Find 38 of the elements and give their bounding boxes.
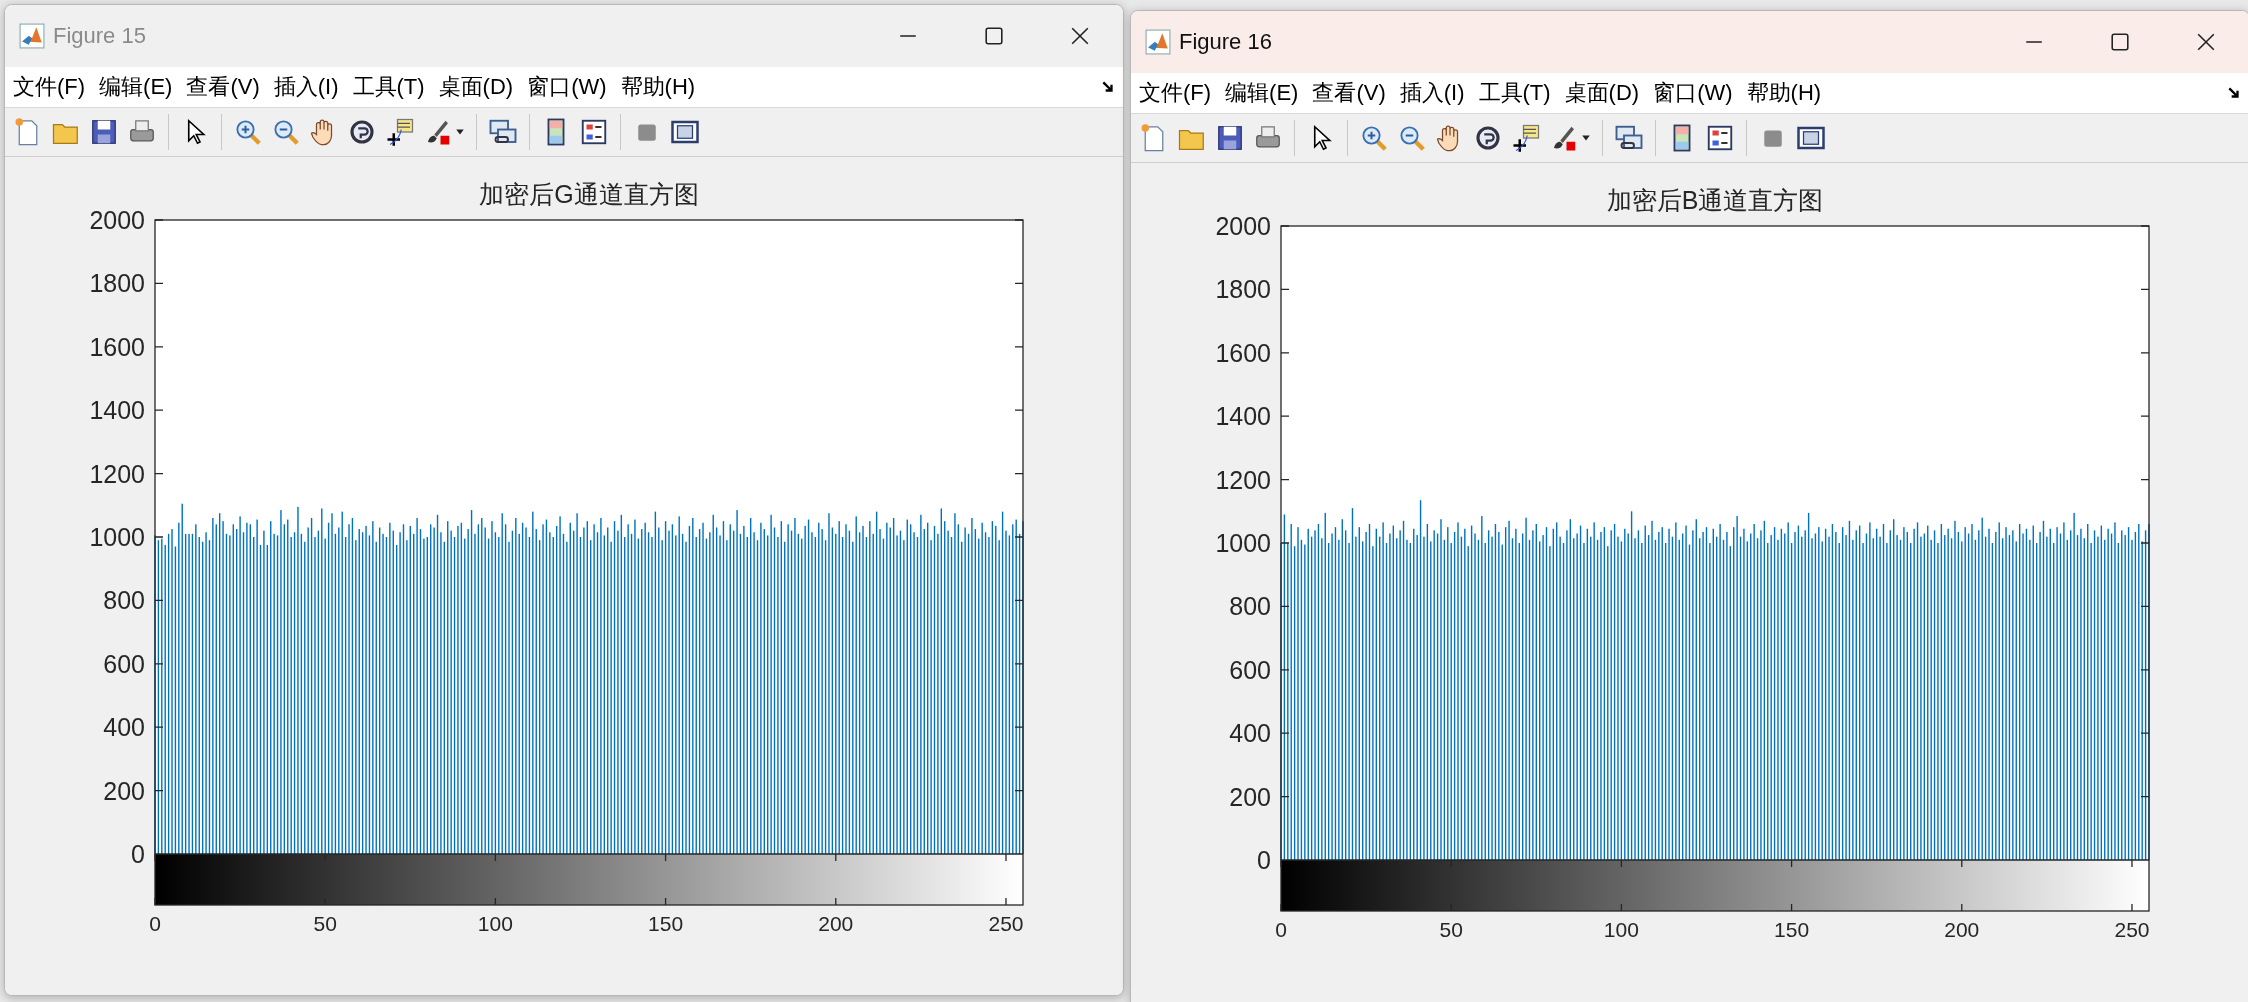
tick-label: 0	[131, 840, 145, 868]
tick-label: 0	[1257, 846, 1271, 874]
tick-label: 0	[1275, 918, 1287, 941]
tick-label: 1000	[89, 523, 145, 551]
tick-label: 1600	[1215, 338, 1271, 367]
chart-title: 加密后B通道直方图	[1606, 186, 1824, 214]
tick-label: 250	[2114, 918, 2150, 941]
tick-label: 200	[1229, 782, 1271, 811]
tick-label: 1200	[1215, 465, 1271, 494]
tick-label: 150	[648, 912, 684, 935]
tick-label: 400	[1229, 719, 1271, 748]
tick-label: 1200	[89, 459, 145, 488]
tick-label: 0	[149, 912, 161, 935]
tick-label: 600	[1229, 655, 1271, 684]
tick-label: 100	[1603, 918, 1639, 941]
tick-label: 1000	[1215, 529, 1271, 557]
tick-label: 150	[1774, 918, 1810, 941]
tick-label: 1400	[89, 396, 145, 425]
tick-label: 400	[103, 713, 145, 742]
tick-label: 50	[313, 912, 337, 935]
tick-label: 250	[988, 912, 1024, 935]
tick-label: 200	[103, 776, 145, 805]
tick-label: 1800	[89, 269, 145, 298]
tick-label: 800	[1229, 592, 1271, 621]
tick-label: 1400	[1215, 402, 1271, 431]
tick-label: 200	[818, 912, 854, 935]
window-title: Figure 16	[1179, 29, 1272, 55]
chart-title: 加密后G通道直方图	[479, 180, 699, 208]
tick-label: 2000	[1215, 212, 1271, 240]
tick-label: 50	[1439, 918, 1463, 941]
tick-label: 600	[103, 649, 145, 678]
tick-label: 100	[477, 912, 513, 935]
tick-label: 2000	[89, 206, 145, 234]
tick-label: 800	[103, 586, 145, 615]
tick-label: 1800	[1215, 275, 1271, 304]
tick-label: 1600	[89, 332, 145, 361]
window-title: Figure 15	[53, 23, 146, 49]
tick-label: 200	[1944, 918, 1980, 941]
